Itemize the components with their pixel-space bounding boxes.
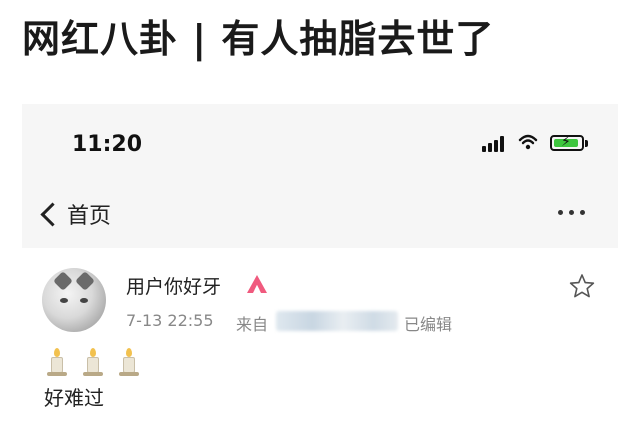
back-chevron-icon [40,201,65,227]
wifi-icon [518,134,538,150]
candle-icon [118,348,140,376]
more-icon[interactable] [558,210,585,215]
nav-bar: 首页 [22,186,618,242]
edited-label[interactable]: 已编辑 [404,311,452,335]
candle-icon [46,348,68,376]
post-timestamp: 7-13 22:55 [126,311,214,330]
post-text: 好难过 [44,386,104,410]
emoji-row [46,348,140,376]
post-source-prefix: 来自 [236,315,269,334]
back-button[interactable]: 首页 [36,198,111,230]
phone-screenshot: 11:20 ⚡ 首页 用户你好牙 7-13 22:55 来自 已编辑 好难过 [22,104,618,432]
back-label: 首页 [67,204,112,229]
vip-badge-icon [247,275,267,293]
candle-icon [82,348,104,376]
username[interactable]: 用户你好牙 [126,272,221,299]
star-outline-icon[interactable] [569,273,595,299]
headline: 网红八卦 | 有人抽脂去世了 [22,17,495,61]
avatar[interactable] [42,268,106,332]
battery-tip [585,140,588,147]
status-bar: 11:20 ⚡ [22,104,618,184]
signal-icon [482,134,504,152]
post-card: 用户你好牙 7-13 22:55 来自 已编辑 好难过 [22,248,618,432]
redacted-source [276,311,398,331]
battery-charging-icon: ⚡ [550,134,584,151]
status-time: 11:20 [72,132,143,157]
